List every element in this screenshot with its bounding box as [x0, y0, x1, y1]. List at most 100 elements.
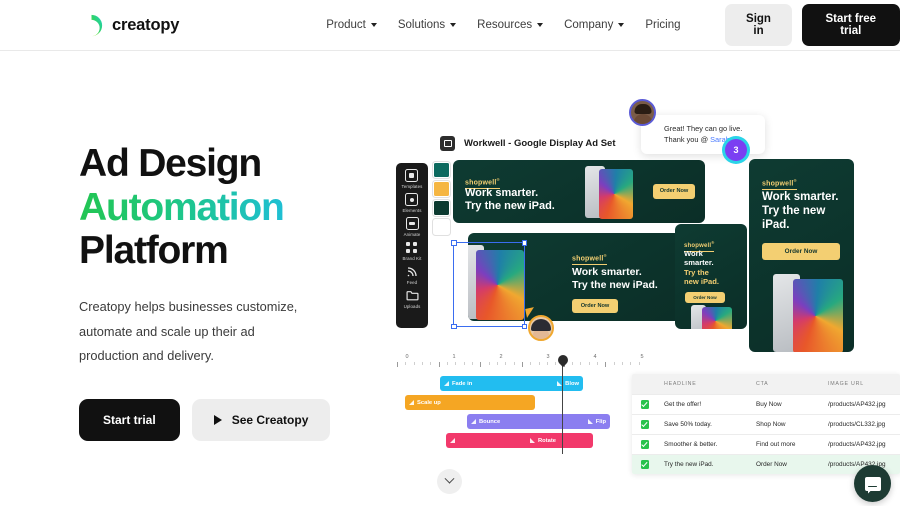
timeline-playhead[interactable] — [562, 360, 564, 454]
toolbar-label-brand-kit: Brand Kit — [402, 256, 422, 261]
cell-headline: Try the new iPad. — [664, 461, 714, 468]
banner-cta-button[interactable]: Order Now — [572, 299, 618, 313]
clip-label-blow: Blow — [565, 380, 579, 387]
row-checkbox[interactable] — [632, 460, 658, 469]
resize-handle-tr[interactable] — [521, 240, 527, 246]
toolbar-item-animate[interactable]: Animate — [404, 217, 421, 237]
row-checkbox[interactable] — [632, 420, 658, 429]
bounce-handle-icon — [471, 419, 476, 424]
toolbar-label-uploads: Uploads — [403, 304, 421, 309]
sign-in-button[interactable]: Sign in — [725, 4, 792, 46]
banner-headline-w3: Try the — [684, 267, 709, 277]
timeline-ticks — [397, 362, 647, 367]
headline-line-1: Ad Design — [79, 142, 262, 185]
resize-handle-tl[interactable] — [451, 240, 457, 246]
ad-banner-leaderboard[interactable]: shopwell® Work smarter. Try the new iPad… — [453, 160, 705, 223]
chat-bubble-icon — [864, 476, 881, 491]
timeline-clip-rotate[interactable]: Rotate — [446, 433, 593, 448]
ruler-label-3: 3 — [546, 354, 550, 360]
resize-handle-bl[interactable] — [451, 323, 457, 329]
banner-headline-a: Work smarter. — [572, 266, 642, 278]
headline-line-2: Automation — [79, 185, 285, 229]
uploads-icon — [405, 289, 419, 302]
document-title: Workwell - Google Display Ad Set — [464, 138, 616, 149]
site-header: creatopy Product Solutions Resources Com… — [0, 0, 900, 51]
logo-text: creatopy — [112, 15, 180, 34]
elements-icon — [405, 193, 419, 206]
cell-headline: Smoother & better. — [664, 441, 718, 448]
color-swatch-orange[interactable] — [433, 181, 450, 197]
toolbar-item-uploads[interactable]: Uploads — [404, 289, 421, 309]
flip-handle-icon — [587, 419, 593, 424]
ad-banner-half-page[interactable]: shopwell® Work smarter. Try the new iPad… — [749, 159, 854, 352]
hero-cta-row: Start trial See Creatopy — [79, 398, 409, 441]
banner-cta-button[interactable]: Order Now — [653, 184, 695, 199]
resize-handle-br[interactable] — [521, 323, 527, 329]
notification-badge[interactable]: 3 — [725, 139, 747, 161]
color-swatch-white[interactable] — [433, 219, 450, 235]
banner-cta-button[interactable]: Order Now — [685, 292, 725, 303]
start-free-trial-button[interactable]: Start free trial — [801, 4, 900, 46]
chat-widget-button[interactable] — [854, 465, 891, 502]
see-creatopy-label: See Creatopy — [231, 412, 309, 427]
color-swatch-panel — [433, 162, 450, 235]
collaborator-avatar — [528, 315, 554, 341]
clip-label-bounce: Bounce — [479, 418, 501, 425]
fade-in-handle-icon — [444, 381, 449, 386]
cell-image-url: /products/CL332.jpg — [828, 421, 886, 428]
nav-item-company[interactable]: Company — [564, 19, 625, 31]
logo[interactable]: creatopy — [79, 13, 179, 38]
banner-brand: shopwell® — [572, 253, 607, 265]
headline-line-3: Platform — [79, 229, 229, 273]
row-checkbox[interactable] — [632, 440, 658, 449]
timeline-ruler[interactable]: 0 1 2 3 4 5 — [397, 354, 647, 368]
ruler-label-2: 2 — [499, 354, 503, 360]
comment-line-1: Great! They can go live. — [664, 124, 743, 133]
cell-image-url: /products/AP432.jpg — [828, 441, 886, 448]
nav-label-product: Product — [326, 19, 366, 31]
banner-headline-b2: iPad. — [762, 219, 790, 232]
chevron-down-icon — [370, 23, 377, 27]
banner-cta-button[interactable]: Order Now — [762, 243, 840, 260]
ruler-label-4: 4 — [593, 354, 597, 360]
brand-kit-icon — [405, 241, 419, 254]
creatopy-logo-icon — [80, 14, 103, 36]
toolbar-item-brand-kit[interactable]: Brand Kit — [403, 241, 422, 261]
table-row[interactable]: Save 50% today. Shop Now /products/CL332… — [632, 414, 900, 434]
hero-section: Ad Design Automation Platform Creatopy h… — [79, 142, 409, 441]
table-row[interactable]: Get the offer! Buy Now /products/AP432.j… — [632, 394, 900, 414]
chevron-down-icon — [618, 23, 625, 27]
clip-label-fade-in: Fade in — [452, 380, 473, 387]
toolbar-item-templates[interactable]: Templates — [402, 169, 423, 189]
see-creatopy-button[interactable]: See Creatopy — [191, 398, 331, 441]
nav-item-resources[interactable]: Resources — [477, 19, 544, 31]
row-checkbox[interactable] — [632, 400, 658, 409]
start-trial-button[interactable]: Start trial — [79, 398, 180, 441]
main-nav: Product Solutions Resources Company Pric… — [326, 19, 680, 31]
table-row[interactable]: Smoother & better. Find out more /produc… — [632, 434, 900, 454]
banner-headline-a: Work smarter. — [762, 191, 839, 203]
ruler-label-1: 1 — [452, 354, 456, 360]
timeline-clip-scale-up[interactable]: Scale up — [405, 395, 535, 410]
color-swatch-dark-green[interactable] — [433, 200, 450, 216]
nav-label-resources: Resources — [477, 19, 533, 31]
feed-data-table: HEADLINE CTA IMAGE URL Get the offer! Bu… — [632, 374, 900, 474]
banner-headline-b: Try the new iPad. — [465, 200, 555, 213]
selection-box[interactable] — [451, 240, 527, 329]
chevron-down-icon — [444, 473, 455, 484]
toolbar-item-feed[interactable]: Feed — [406, 265, 419, 285]
toolbar-item-elements[interactable]: Elements — [402, 193, 421, 213]
comment-thanks: Thank you @ — [664, 135, 711, 145]
cell-cta: Shop Now — [756, 421, 786, 428]
nav-item-product[interactable]: Product — [326, 19, 377, 31]
ad-banner-small-vertical[interactable]: shopwell® Work smarter. Try the new iPad… — [675, 224, 747, 329]
color-swatch-teal[interactable] — [433, 162, 450, 178]
column-header-cta: CTA — [756, 381, 769, 387]
ruler-label-0: 0 — [405, 354, 409, 360]
timeline-clip-bounce[interactable]: Bounce Flip — [467, 414, 610, 429]
animation-timeline: 0 1 2 3 4 5 Fade in Blow Scale up Bounce… — [397, 354, 647, 454]
scroll-down-button[interactable] — [437, 469, 462, 494]
nav-item-pricing[interactable]: Pricing — [645, 19, 680, 31]
nav-item-solutions[interactable]: Solutions — [398, 19, 457, 31]
nav-label-company: Company — [564, 19, 614, 31]
